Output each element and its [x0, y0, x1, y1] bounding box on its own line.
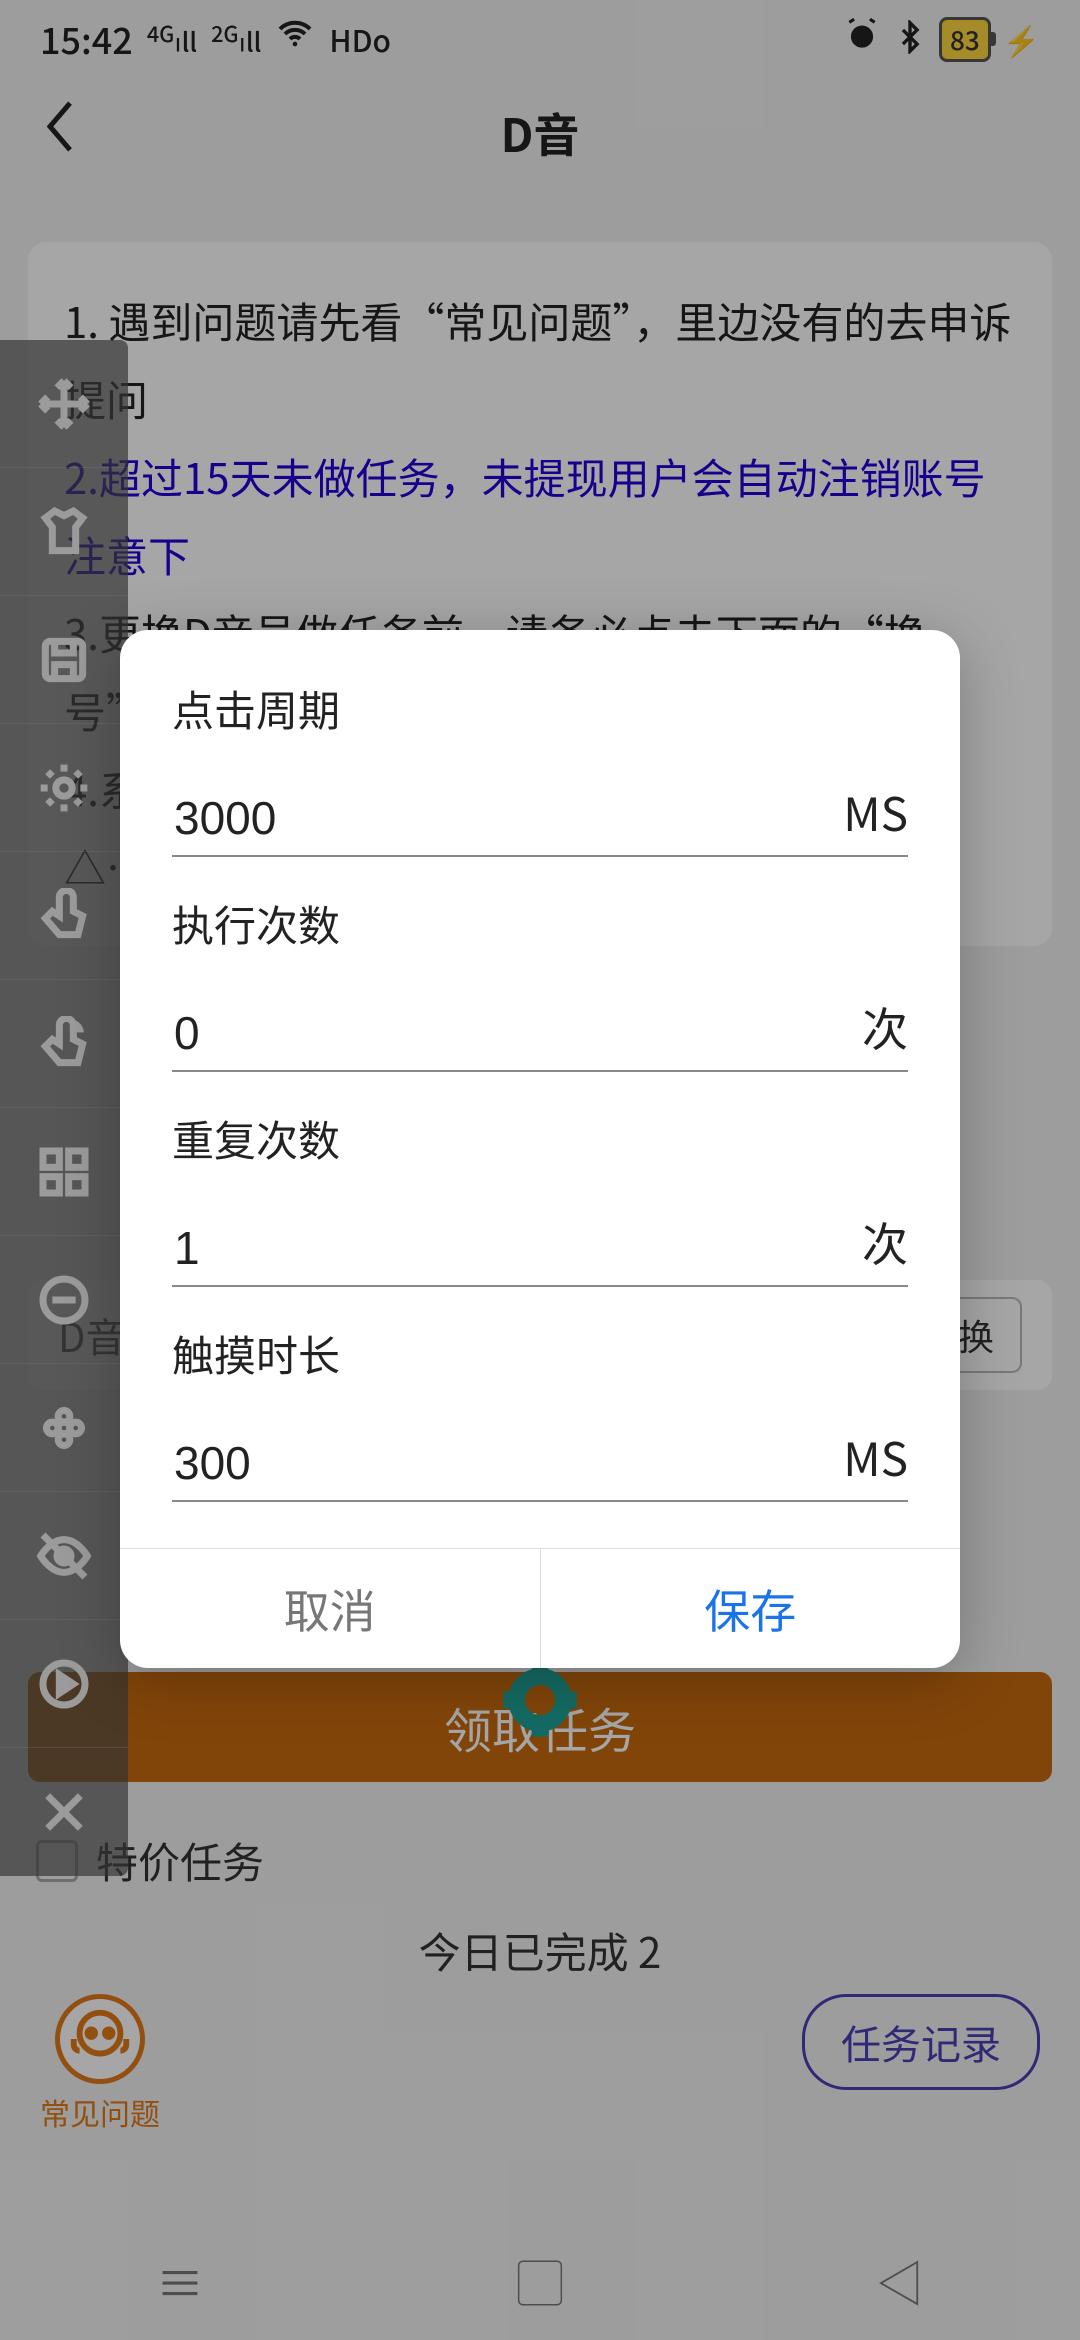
field-exec-count: 执行次数 次 — [172, 893, 908, 1072]
save-button[interactable]: 保存 — [541, 1549, 961, 1668]
field-label: 重复次数 — [172, 1108, 908, 1169]
settings-dialog: 点击周期 MS 执行次数 次 重复次数 次 — [120, 630, 960, 1668]
field-label: 点击周期 — [172, 678, 908, 739]
field-click-interval: 点击周期 MS — [172, 678, 908, 857]
touch-duration-input[interactable] — [172, 1430, 831, 1500]
cancel-button[interactable]: 取消 — [120, 1549, 541, 1668]
unit-label: 次 — [862, 1209, 908, 1285]
repeat-count-input[interactable] — [172, 1215, 850, 1285]
field-label: 执行次数 — [172, 893, 908, 954]
unit-label: MS — [843, 779, 908, 855]
field-label: 触摸时长 — [172, 1323, 908, 1384]
unit-label: 次 — [862, 994, 908, 1070]
click-interval-input[interactable] — [172, 785, 831, 855]
exec-count-input[interactable] — [172, 1000, 850, 1070]
field-repeat-count: 重复次数 次 — [172, 1108, 908, 1287]
field-touch-duration: 触摸时长 MS — [172, 1323, 908, 1502]
unit-label: MS — [843, 1424, 908, 1500]
